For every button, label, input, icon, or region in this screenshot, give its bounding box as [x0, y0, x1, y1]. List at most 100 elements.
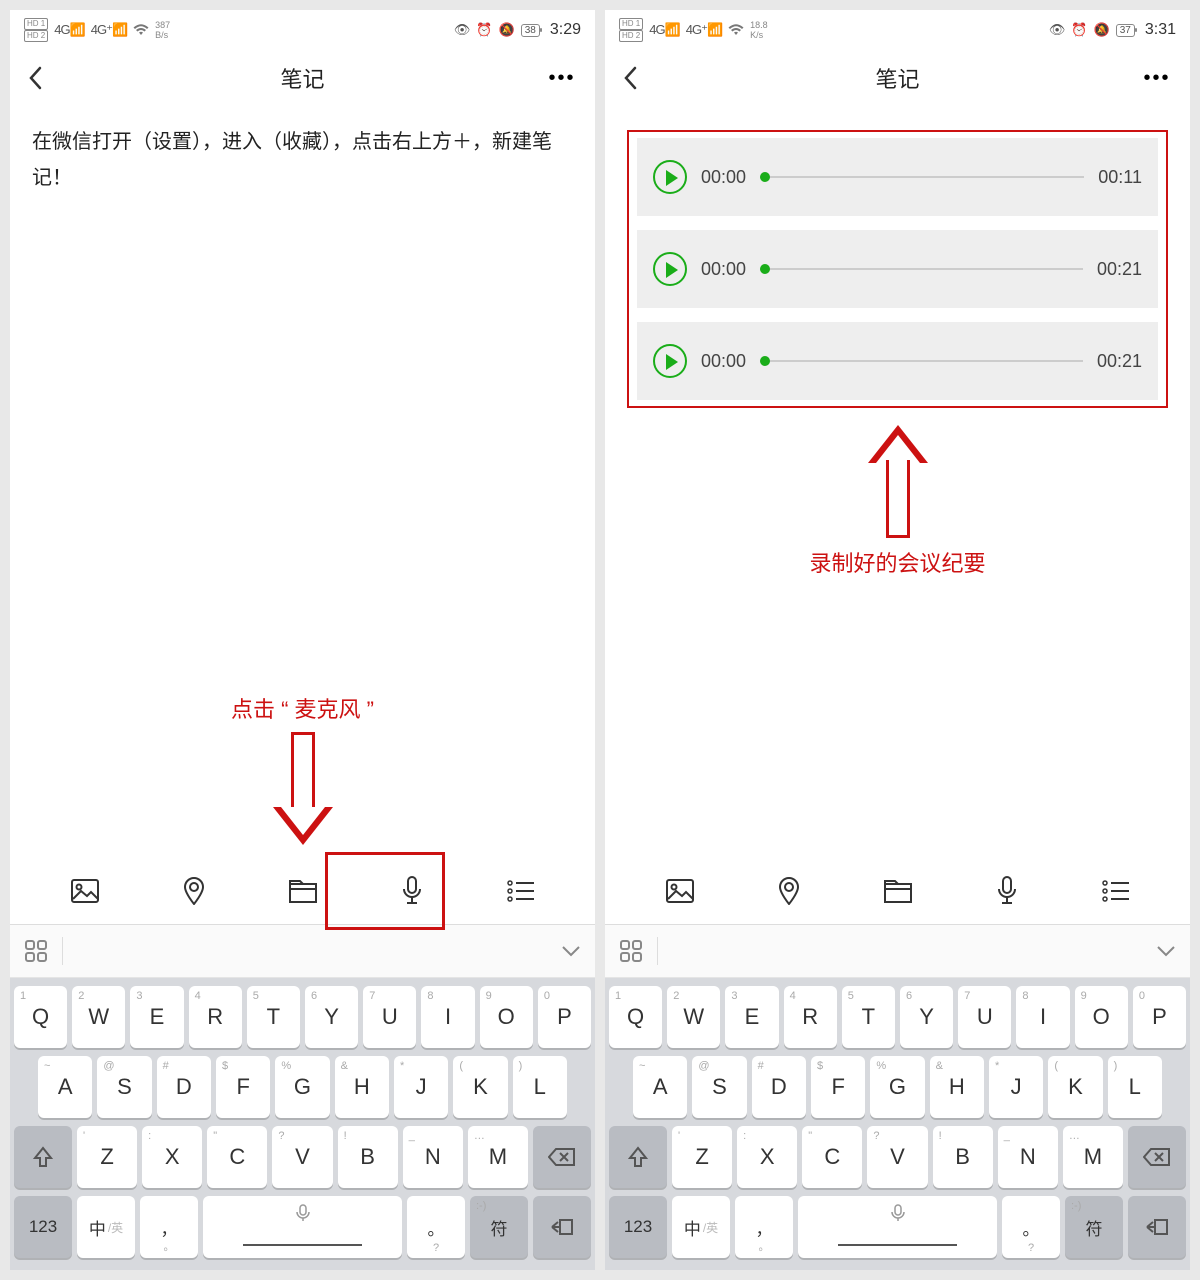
key-U[interactable]: 7U	[958, 986, 1011, 1048]
key-U[interactable]: 7U	[363, 986, 416, 1048]
key-G[interactable]: %G	[870, 1056, 924, 1118]
key-H[interactable]: &H	[930, 1056, 984, 1118]
key-Y[interactable]: 6Y	[305, 986, 358, 1048]
note-body[interactable]: 在微信打开（设置），进入（收藏），点击右上方＋，新建笔记！	[32, 124, 573, 196]
key-L[interactable]: )L	[513, 1056, 567, 1118]
key-J[interactable]: *J	[989, 1056, 1043, 1118]
key-P[interactable]: 0P	[1133, 986, 1186, 1048]
key-K[interactable]: (K	[1048, 1056, 1102, 1118]
key-F[interactable]: $F	[811, 1056, 865, 1118]
microphone-icon[interactable]	[985, 869, 1029, 913]
key-N[interactable]: _N	[403, 1126, 463, 1188]
folder-icon[interactable]	[876, 869, 920, 913]
audio-clip[interactable]: 00:0000:21	[637, 322, 1158, 400]
apps-icon[interactable]	[619, 939, 643, 963]
key-M[interactable]: …M	[1063, 1126, 1123, 1188]
collapse-keyboard-icon[interactable]	[561, 945, 581, 957]
key-O[interactable]: 9O	[1075, 986, 1128, 1048]
audio-track[interactable]	[760, 360, 1083, 362]
key-R[interactable]: 4R	[189, 986, 242, 1048]
key-W[interactable]: 2W	[667, 986, 720, 1048]
key-Q[interactable]: 1Q	[14, 986, 67, 1048]
audio-track[interactable]	[760, 268, 1083, 270]
key-X[interactable]: :X	[737, 1126, 797, 1188]
key-B[interactable]: !B	[338, 1126, 398, 1188]
symbol-key[interactable]: :-)符	[1065, 1196, 1123, 1258]
more-button[interactable]: •••	[1142, 67, 1172, 90]
battery-icon: 37	[1116, 24, 1135, 37]
play-icon[interactable]	[653, 252, 687, 286]
numeric-key[interactable]: 123	[14, 1196, 72, 1258]
shift-key[interactable]	[609, 1126, 667, 1188]
key-O[interactable]: 9O	[480, 986, 533, 1048]
list-icon[interactable]	[1094, 869, 1138, 913]
image-icon[interactable]	[63, 869, 107, 913]
key-C[interactable]: "C	[207, 1126, 267, 1188]
signal-icon: 4G📶	[54, 22, 85, 38]
apps-icon[interactable]	[24, 939, 48, 963]
key-A[interactable]: ~A	[38, 1056, 92, 1118]
key-K[interactable]: (K	[453, 1056, 507, 1118]
key-H[interactable]: &H	[335, 1056, 389, 1118]
list-icon[interactable]	[499, 869, 543, 913]
key-L[interactable]: )L	[1108, 1056, 1162, 1118]
backspace-key[interactable]	[1128, 1126, 1186, 1188]
play-icon[interactable]	[653, 160, 687, 194]
key-D[interactable]: #D	[752, 1056, 806, 1118]
back-button[interactable]	[623, 66, 653, 90]
key-S[interactable]: @S	[692, 1056, 746, 1118]
key-V[interactable]: ?V	[867, 1126, 927, 1188]
shift-key[interactable]	[14, 1126, 72, 1188]
enter-key[interactable]	[533, 1196, 591, 1258]
key-P[interactable]: 0P	[538, 986, 591, 1048]
key-J[interactable]: *J	[394, 1056, 448, 1118]
key-E[interactable]: 3E	[725, 986, 778, 1048]
key-N[interactable]: _N	[998, 1126, 1058, 1188]
space-key[interactable]	[798, 1196, 997, 1258]
key-X[interactable]: :X	[142, 1126, 202, 1188]
numeric-key[interactable]: 123	[609, 1196, 667, 1258]
key-T[interactable]: 5T	[842, 986, 895, 1048]
image-icon[interactable]	[658, 869, 702, 913]
key-C[interactable]: "C	[802, 1126, 862, 1188]
period-key[interactable]: 。?	[407, 1196, 465, 1258]
folder-icon[interactable]	[281, 869, 325, 913]
comma-key[interactable]: ，。	[140, 1196, 198, 1258]
enter-key[interactable]	[1128, 1196, 1186, 1258]
key-Q[interactable]: 1Q	[609, 986, 662, 1048]
key-W[interactable]: 2W	[72, 986, 125, 1048]
symbol-key[interactable]: :-)符	[470, 1196, 528, 1258]
key-E[interactable]: 3E	[130, 986, 183, 1048]
status-bar: HD 1HD 2 4G📶 4G⁺📶 18.8K/s 👁 ⏰ 🔕 37 3:31	[605, 10, 1190, 50]
language-key[interactable]: 中/英	[672, 1196, 730, 1258]
audio-clip[interactable]: 00:0000:21	[637, 230, 1158, 308]
key-B[interactable]: !B	[933, 1126, 993, 1188]
audio-clip[interactable]: 00:0000:11	[637, 138, 1158, 216]
key-I[interactable]: 8I	[421, 986, 474, 1048]
key-Z[interactable]: 'Z	[672, 1126, 732, 1188]
language-key[interactable]: 中/英	[77, 1196, 135, 1258]
key-T[interactable]: 5T	[247, 986, 300, 1048]
play-icon[interactable]	[653, 344, 687, 378]
key-Y[interactable]: 6Y	[900, 986, 953, 1048]
key-M[interactable]: …M	[468, 1126, 528, 1188]
key-Z[interactable]: 'Z	[77, 1126, 137, 1188]
key-R[interactable]: 4R	[784, 986, 837, 1048]
key-A[interactable]: ~A	[633, 1056, 687, 1118]
key-S[interactable]: @S	[97, 1056, 151, 1118]
more-button[interactable]: •••	[547, 67, 577, 90]
location-icon[interactable]	[767, 869, 811, 913]
key-G[interactable]: %G	[275, 1056, 329, 1118]
collapse-keyboard-icon[interactable]	[1156, 945, 1176, 957]
key-D[interactable]: #D	[157, 1056, 211, 1118]
backspace-key[interactable]	[533, 1126, 591, 1188]
space-key[interactable]	[203, 1196, 402, 1258]
comma-key[interactable]: ，。	[735, 1196, 793, 1258]
key-F[interactable]: $F	[216, 1056, 270, 1118]
key-I[interactable]: 8I	[1016, 986, 1069, 1048]
location-icon[interactable]	[172, 869, 216, 913]
back-button[interactable]	[28, 66, 58, 90]
period-key[interactable]: 。?	[1002, 1196, 1060, 1258]
key-V[interactable]: ?V	[272, 1126, 332, 1188]
audio-track[interactable]	[760, 176, 1084, 178]
